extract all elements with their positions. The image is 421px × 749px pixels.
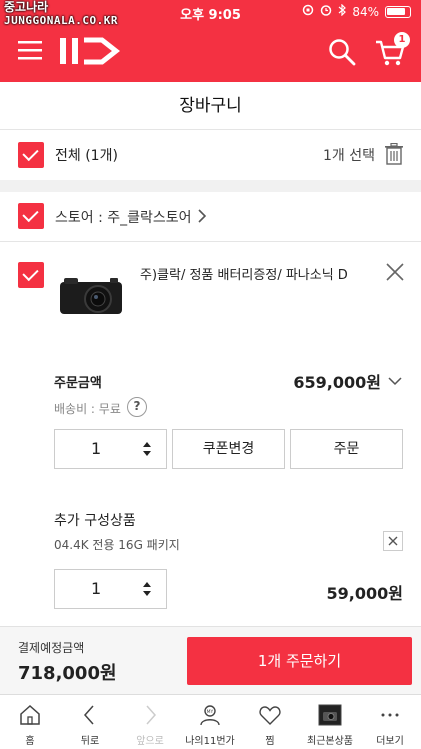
store-checkbox[interactable] xyxy=(18,203,44,229)
tab-home[interactable]: 홈 xyxy=(0,695,60,749)
system-indicators: 84% xyxy=(302,3,411,19)
menu-icon[interactable] xyxy=(18,40,42,60)
close-icon[interactable] xyxy=(385,262,405,282)
checkout-button[interactable]: 1개 주문하기 xyxy=(187,637,412,685)
trash-icon[interactable] xyxy=(385,142,403,165)
back-icon xyxy=(83,705,94,725)
tab-forward[interactable]: 앞으로 xyxy=(120,695,180,749)
updown-arrows-icon[interactable] xyxy=(142,580,152,598)
forward-icon xyxy=(146,705,157,725)
home-icon xyxy=(20,704,40,725)
coupon-change-button[interactable]: 쿠폰변경 xyxy=(172,429,285,469)
bottom-tab-bar: 홈 뒤로 앞으로 MY 나의11번가 찜 최근본상품 더보기 xyxy=(0,694,421,749)
app-header: 1 xyxy=(0,28,421,76)
select-all-checkbox[interactable] xyxy=(18,142,44,168)
search-icon[interactable] xyxy=(328,38,356,66)
status-bar: 중고나라 JUNGGONALA.CO.KR 오후 9:05 84% xyxy=(0,0,421,27)
quantity-value: 1 xyxy=(91,439,102,458)
chevron-right-icon[interactable] xyxy=(197,208,207,224)
select-all-label: 전체 (1개) xyxy=(55,148,118,164)
section-divider xyxy=(0,180,421,192)
product-thumbnail[interactable] xyxy=(58,272,126,320)
logo-11st[interactable] xyxy=(56,34,121,68)
item-order-button[interactable]: 주문 xyxy=(290,429,403,469)
alarm-icon xyxy=(320,4,332,19)
item-checkbox[interactable] xyxy=(18,262,44,288)
cart-icon[interactable]: 1 xyxy=(374,32,410,68)
select-all-row: 전체 (1개) 1개 선택 xyxy=(0,130,421,180)
tab-more[interactable]: 더보기 xyxy=(360,695,420,749)
top-bar: 중고나라 JUNGGONALA.CO.KR 오후 9:05 84% 1 xyxy=(0,0,421,82)
battery-percent: 84% xyxy=(352,4,379,19)
chevron-down-icon[interactable] xyxy=(388,372,402,386)
svg-text:MY: MY xyxy=(207,709,214,715)
tab-label: 앞으로 xyxy=(136,736,164,747)
bluetooth-icon xyxy=(338,3,347,19)
total-amount: 718,000원 xyxy=(18,663,117,684)
shipping-info: 배송비 : 무료 xyxy=(54,402,121,416)
more-icon xyxy=(381,713,399,717)
option-quantity-stepper[interactable]: 1 xyxy=(54,569,167,609)
tab-label: 찜 xyxy=(265,736,275,747)
recent-icon xyxy=(318,704,342,726)
option-remove-icon[interactable] xyxy=(383,531,403,551)
heart-icon xyxy=(259,706,281,725)
updown-arrows-icon[interactable] xyxy=(142,440,152,458)
my-icon: MY xyxy=(200,705,220,726)
tab-my11st[interactable]: MY 나의11번가 xyxy=(180,695,240,749)
option-price: 59,000원 xyxy=(326,584,403,603)
page-title: 장바구니 xyxy=(0,82,421,130)
quantity-stepper[interactable]: 1 xyxy=(54,429,167,469)
option-quantity-value: 1 xyxy=(91,579,102,598)
tab-label: 나의11번가 xyxy=(185,736,235,747)
lock-rotation-icon xyxy=(302,4,314,19)
tab-back[interactable]: 뒤로 xyxy=(60,695,120,749)
tab-wishlist[interactable]: 찜 xyxy=(240,695,300,749)
help-icon[interactable]: ? xyxy=(127,397,147,417)
total-label: 결제예정금액 xyxy=(18,641,85,655)
cart-count-badge: 1 xyxy=(394,32,410,48)
option-title: 추가 구성상품 xyxy=(54,513,136,529)
selected-count: 1개 선택 xyxy=(323,148,375,164)
tab-label: 홈 xyxy=(25,736,35,747)
option-name: 04.4K 전용 16G 패키지 xyxy=(54,538,180,552)
tab-label: 뒤로 xyxy=(80,736,100,747)
order-summary: 결제예정금액 718,000원 1개 주문하기 xyxy=(0,626,421,694)
battery-icon xyxy=(385,5,411,18)
store-label[interactable]: 스토어 : 주_클락스토어 xyxy=(55,207,192,227)
tab-label: 최근본상품 xyxy=(307,736,353,747)
product-name[interactable]: 주)클락/ 정품 배터리증정/ 파나소닉 D xyxy=(140,264,348,283)
item-price: 659,000원 xyxy=(293,373,381,392)
tab-label: 더보기 xyxy=(376,736,404,747)
tab-recent[interactable]: 최근본상품 xyxy=(300,695,360,749)
price-label: 주문금액 xyxy=(54,376,102,391)
store-row[interactable]: 스토어 : 주_클락스토어 xyxy=(0,192,421,242)
